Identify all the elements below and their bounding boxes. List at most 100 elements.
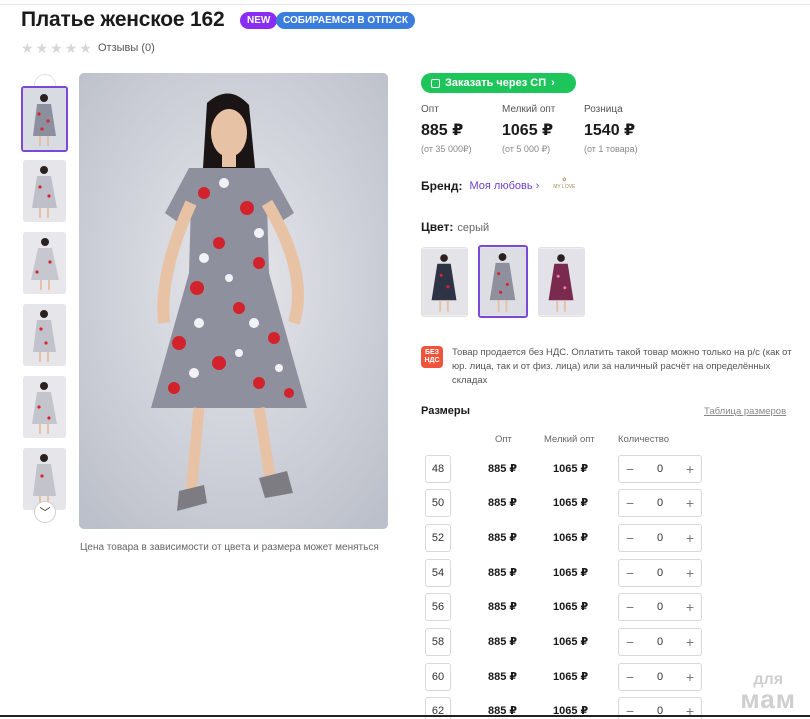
price-value: 1065 ₽: [502, 122, 554, 139]
size-row: 54 885 ₽ 1065 ₽ − 0 +: [425, 559, 705, 587]
page-title: Платье женское 162: [21, 8, 225, 31]
minus-icon[interactable]: −: [626, 669, 634, 685]
size-label: 58: [425, 628, 451, 656]
plus-icon[interactable]: +: [686, 634, 694, 650]
size-price-small-opt: 1065 ₽: [553, 497, 589, 509]
watermark-line-2: мам: [740, 683, 796, 714]
main-product-photo[interactable]: [79, 73, 388, 529]
quantity-stepper: − 0 +: [618, 455, 702, 483]
color-swatch-grey[interactable]: [478, 245, 528, 318]
plus-icon[interactable]: +: [686, 461, 694, 477]
color-swatch-dark[interactable]: [421, 247, 468, 317]
quantity-stepper: − 0 +: [618, 559, 702, 587]
star-icon: ★: [64, 40, 78, 56]
size-price-opt: 885 ₽: [488, 636, 518, 648]
rating-stars: ★ ★ ★ ★ ★: [21, 41, 92, 55]
minus-icon[interactable]: −: [626, 634, 634, 650]
quantity-stepper: − 0 +: [618, 628, 702, 656]
brand-logo[interactable]: ✿ MY LOVE: [550, 177, 578, 195]
size-price-small-opt: 1065 ₽: [553, 463, 589, 475]
price-value: 1540 ₽: [584, 122, 636, 139]
thumbnail-2[interactable]: [23, 160, 66, 222]
quantity-value[interactable]: 0: [657, 532, 663, 544]
size-price-small-opt: 1065 ₽: [553, 567, 589, 579]
reviews-link[interactable]: Отзывы (0): [98, 42, 155, 54]
price-value: 885 ₽: [421, 122, 464, 139]
star-icon: ★: [21, 40, 34, 56]
brand-link[interactable]: Моя любовь ›: [470, 180, 540, 192]
plus-icon[interactable]: +: [686, 599, 694, 615]
size-row: 52 885 ₽ 1065 ₽ − 0 +: [425, 524, 705, 552]
color-row: Цвет: серый: [421, 220, 489, 234]
quantity-stepper: − 0 +: [618, 524, 702, 552]
vacation-badge[interactable]: СОБИРАЕМСЯ В ОТПУСК: [276, 12, 415, 29]
star-icon: ★: [35, 40, 49, 56]
no-vat-icon: БЕЗ НДС: [421, 346, 443, 368]
chevron-down-icon[interactable]: ﹀: [34, 501, 56, 523]
size-chart-link[interactable]: Таблица размеров: [704, 406, 786, 417]
price-label: Розница: [584, 104, 623, 115]
size-row: 58 885 ₽ 1065 ₽ − 0 +: [425, 628, 705, 656]
quantity-value[interactable]: 0: [657, 671, 663, 683]
size-row: 50 885 ₽ 1065 ₽ − 0 +: [425, 489, 705, 517]
star-icon: ★: [50, 40, 63, 56]
plus-icon[interactable]: +: [686, 669, 694, 685]
size-label: 60: [425, 663, 451, 691]
minus-icon[interactable]: −: [626, 530, 634, 546]
size-price-small-opt: 1065 ₽: [553, 601, 589, 613]
plus-icon[interactable]: +: [686, 565, 694, 581]
size-price-opt: 885 ₽: [488, 497, 518, 509]
price-condition: (от 35 000₽): [421, 144, 472, 154]
size-label: 56: [425, 593, 451, 621]
size-row: 56 885 ₽ 1065 ₽ − 0 +: [425, 593, 705, 621]
plus-icon[interactable]: +: [686, 530, 694, 546]
brand-label: Бренд:: [421, 179, 463, 193]
color-label: Цвет:: [421, 220, 454, 234]
thumbnail-1[interactable]: [21, 86, 68, 152]
thumbnail-5[interactable]: [23, 376, 66, 438]
price-label: Опт: [421, 104, 439, 115]
site-watermark: для мам: [740, 671, 796, 714]
price-condition: (от 5 000 ₽): [502, 144, 551, 154]
quantity-value[interactable]: 0: [657, 636, 663, 648]
new-badge: NEW: [240, 12, 278, 29]
size-label: 48: [425, 455, 451, 483]
quantity-value[interactable]: 0: [657, 497, 663, 509]
quantity-stepper: − 0 +: [618, 663, 702, 691]
quantity-value[interactable]: 0: [657, 601, 663, 613]
quantity-value[interactable]: 0: [657, 463, 663, 475]
price-note: Цена товара в зависимости от цвета и раз…: [80, 542, 379, 553]
size-price-small-opt: 1065 ₽: [553, 636, 589, 648]
column-header-small-opt: Мелкий опт: [544, 434, 595, 445]
minus-icon[interactable]: −: [626, 599, 634, 615]
top-divider: [0, 4, 810, 5]
sizes-title: Размеры: [421, 405, 471, 417]
price-condition: (от 1 товара): [584, 144, 638, 154]
size-label: 50: [425, 489, 451, 517]
thumbnail-3[interactable]: [23, 232, 66, 294]
size-label: 54: [425, 559, 451, 587]
minus-icon[interactable]: −: [626, 495, 634, 511]
size-price-opt: 885 ₽: [488, 567, 518, 579]
size-price-opt: 885 ₽: [488, 671, 518, 683]
color-swatch-pink[interactable]: [538, 247, 585, 317]
order-via-sp-label: Заказать через СП: [445, 77, 547, 89]
price-retail: Розница 1540 ₽ (от 1 товара): [584, 104, 638, 154]
size-row: 60 885 ₽ 1065 ₽ − 0 +: [425, 663, 705, 691]
bottom-border: [0, 715, 810, 717]
brand-row: Бренд: Моя любовь › ✿ MY LOVE: [421, 177, 578, 195]
minus-icon[interactable]: −: [626, 565, 634, 581]
minus-icon[interactable]: −: [626, 461, 634, 477]
bag-icon: [431, 78, 440, 88]
price-wholesale: Опт 885 ₽ (от 35 000₽): [421, 104, 472, 155]
thumbnail-4[interactable]: [23, 304, 66, 366]
order-via-sp-button[interactable]: Заказать через СП ›: [421, 73, 576, 93]
quantity-value[interactable]: 0: [657, 567, 663, 579]
size-price-small-opt: 1065 ₽: [553, 532, 589, 544]
column-header-opt: Опт: [495, 434, 512, 445]
quantity-stepper: − 0 +: [618, 593, 702, 621]
plus-icon[interactable]: +: [686, 495, 694, 511]
size-price-opt: 885 ₽: [488, 601, 518, 613]
color-value: серый: [457, 222, 490, 234]
chevron-right-icon: ›: [551, 77, 555, 89]
